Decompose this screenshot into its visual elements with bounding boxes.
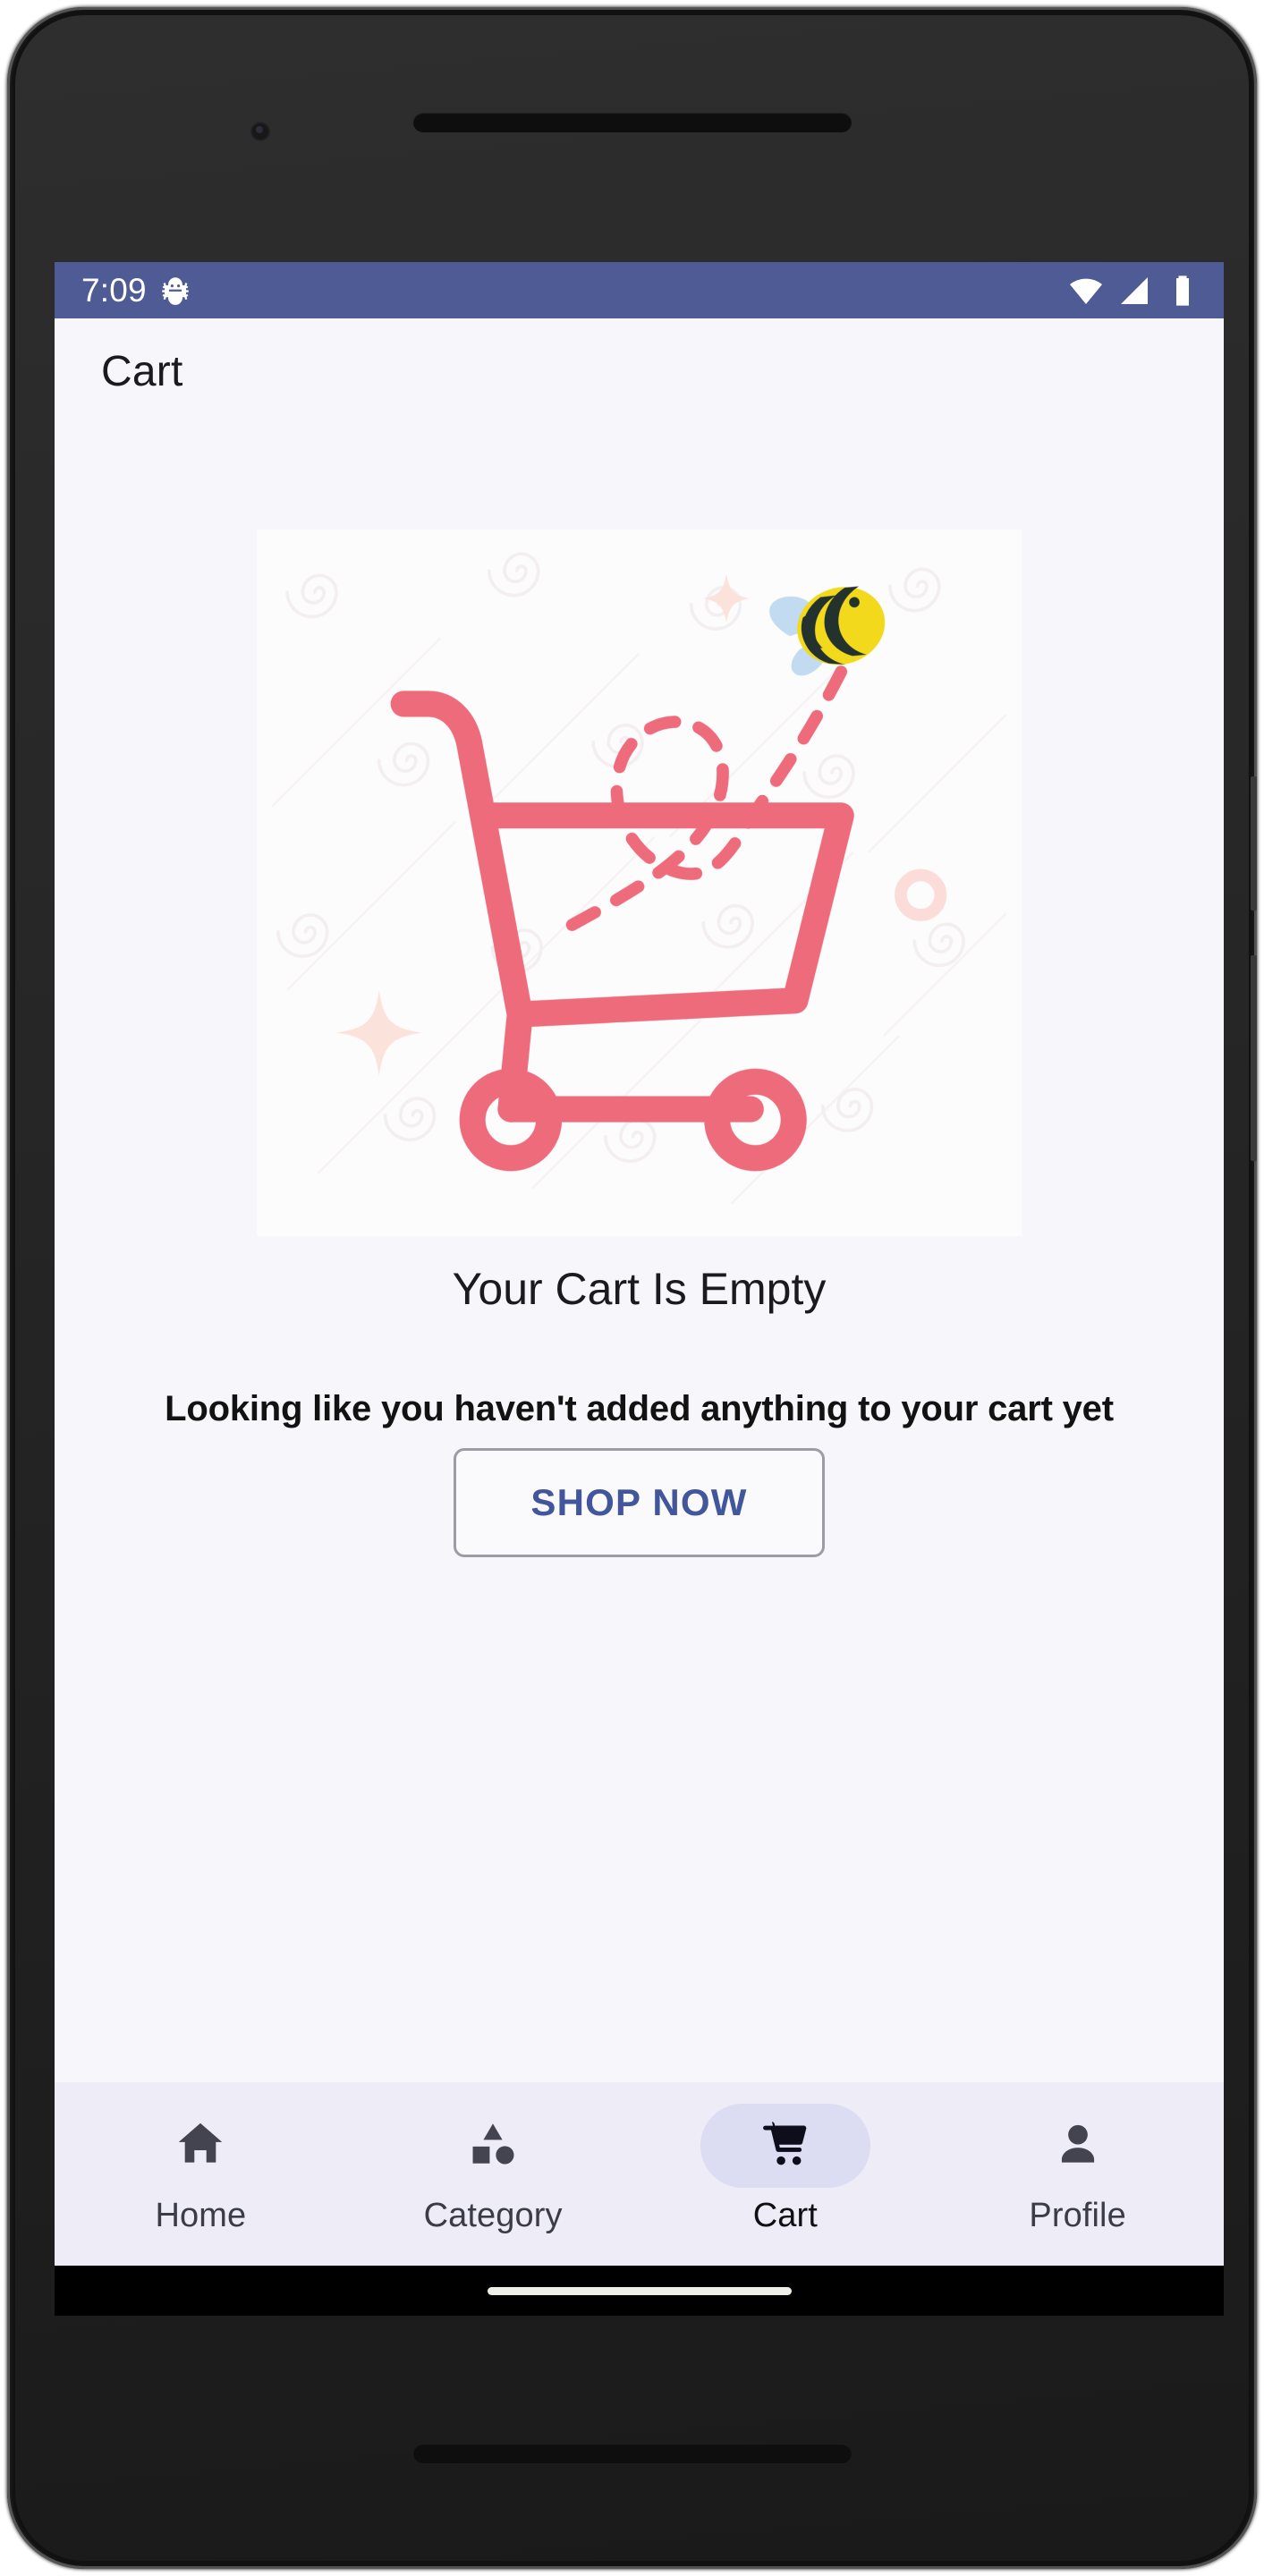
nav-item-home[interactable]: Home [66,2104,335,2235]
empty-cart-illustration [257,530,1022,1236]
volume-button[interactable] [1251,955,1257,1161]
app-bar: Cart [55,318,1224,424]
empty-cart-content: Your Cart Is Empty Looking like you have… [55,424,1224,2082]
battery-icon [1165,273,1200,309]
gesture-navigation-area [55,2266,1224,2316]
phone-device-frame: 7:09 Cart Your Cart Is Empty Looking lik… [7,7,1257,2569]
nav-item-cart[interactable]: Cart [651,2104,920,2235]
nav-pill-category [408,2104,578,2188]
nav-label-category: Category [423,2197,563,2234]
empty-cart-subtitle: Looking like you haven't added anything … [165,1389,1114,1428]
wifi-icon [1068,273,1104,309]
nav-pill-profile [993,2104,1163,2188]
status-bar: 7:09 [55,262,1224,318]
status-bar-clock: 7:09 [81,272,147,309]
nav-item-profile[interactable]: Profile [944,2104,1212,2235]
front-camera [250,122,270,141]
power-button[interactable] [1251,776,1257,911]
nav-pill-cart [700,2104,870,2188]
status-bar-right [1068,273,1200,309]
nav-pill-home [115,2104,285,2188]
nav-label-cart: Cart [752,2197,818,2234]
earpiece-speaker [412,113,852,132]
gesture-home-pill[interactable] [487,2286,792,2295]
category-shapes-icon [465,2116,521,2176]
person-icon [1050,2116,1106,2176]
page-title: Cart [101,347,183,395]
shop-now-button[interactable]: SHOP NOW [454,1447,825,1557]
nav-label-home: Home [155,2197,247,2234]
shopping-cart-icon [758,2116,813,2176]
signal-icon [1116,273,1152,309]
bottom-speaker-grille [412,2444,852,2463]
bottom-navigation-bar: Home Category Cart Profile [55,2082,1224,2266]
bug-icon [159,275,191,307]
status-bar-left: 7:09 [81,274,191,307]
home-icon [173,2116,228,2176]
nav-label-profile: Profile [1029,2197,1126,2234]
nav-item-category[interactable]: Category [359,2104,627,2235]
phone-screen: 7:09 Cart Your Cart Is Empty Looking lik… [55,262,1224,2316]
empty-cart-title: Your Cart Is Empty [452,1264,827,1314]
